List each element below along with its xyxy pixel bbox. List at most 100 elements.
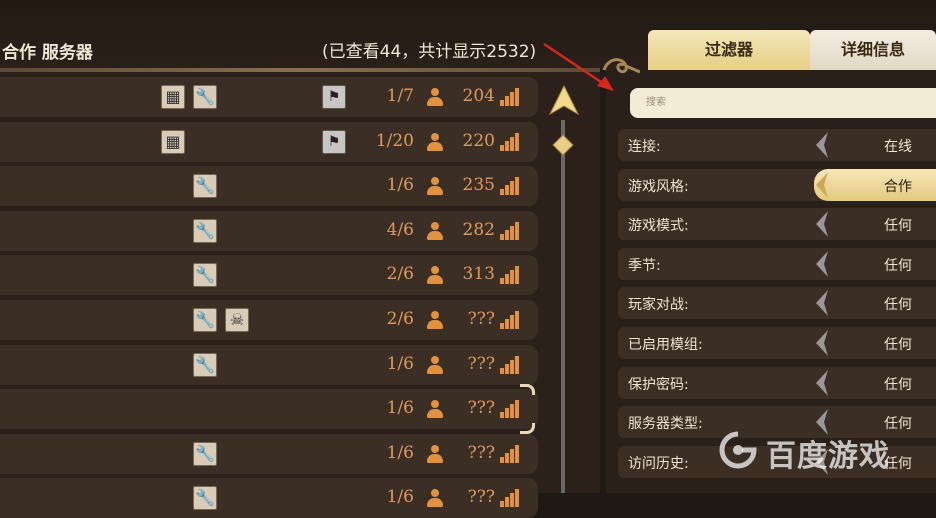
filter-value: 合作 bbox=[884, 178, 912, 195]
filter-value: 在线 bbox=[884, 139, 912, 155]
flag-icon: ⚑ bbox=[322, 129, 346, 154]
skull-icon: ☠ bbox=[225, 308, 249, 332]
filter-label: 保护密码: bbox=[628, 376, 689, 393]
person-icon bbox=[425, 86, 445, 108]
person-icon bbox=[425, 131, 445, 153]
filter-label: 玩家对战: bbox=[628, 297, 689, 314]
server-row[interactable]: 🔧 1/6??? bbox=[0, 478, 538, 518]
watermark-text: 百度游戏 bbox=[766, 439, 890, 474]
wrench-icon: 🔧 bbox=[193, 308, 217, 332]
server-row[interactable]: ▦ 🔧 ⚑ 1/7 204 bbox=[0, 77, 538, 117]
player-count: 1/6 bbox=[386, 442, 414, 463]
server-row[interactable]: 1/6??? bbox=[0, 389, 538, 430]
signal-bars-icon bbox=[500, 177, 520, 196]
signal-bars-icon bbox=[500, 400, 520, 419]
filter-label: 已启用模组: bbox=[628, 337, 703, 353]
player-count: 4/6 bbox=[386, 219, 414, 240]
arrow-left-icon[interactable] bbox=[814, 369, 830, 397]
wrench-icon: 🔧 bbox=[193, 486, 217, 511]
filter-label: 访问历史: bbox=[628, 455, 689, 472]
ping-value: ??? bbox=[467, 353, 495, 374]
scrollbar-thumb[interactable] bbox=[552, 134, 574, 156]
arrow-left-icon[interactable] bbox=[814, 329, 830, 357]
flag-icon: ⚑ bbox=[322, 85, 346, 109]
person-icon bbox=[425, 175, 445, 197]
wrench-icon: 🔧 bbox=[193, 174, 217, 199]
player-count: 1/6 bbox=[386, 175, 414, 196]
filter-label: 游戏模式: bbox=[628, 218, 689, 235]
wrench-icon: 🔧 bbox=[193, 441, 217, 466]
filter-label: 连接: bbox=[628, 139, 661, 155]
ping-value: ??? bbox=[467, 442, 495, 463]
player-count: 2/6 bbox=[386, 264, 414, 285]
filter-row[interactable]: 已启用模组: 任何 bbox=[618, 327, 936, 359]
ping-value: 313 bbox=[462, 264, 495, 285]
watermark: 百度游戏 bbox=[716, 428, 936, 474]
filter-row[interactable]: 保护密码: 任何 bbox=[618, 366, 936, 399]
ping-value: 204 bbox=[462, 86, 495, 106]
filter-label: 季节: bbox=[628, 257, 661, 274]
filter-row[interactable]: 连接: 在线 bbox=[618, 129, 936, 161]
server-row[interactable]: 🔧 1/6 235 bbox=[0, 166, 538, 207]
wrench-icon: 🔧 bbox=[193, 218, 217, 243]
signal-bars-icon bbox=[500, 266, 520, 285]
filter-label: 服务器类型: bbox=[628, 416, 703, 433]
ornament-scroll-icon bbox=[602, 58, 640, 74]
filter-value: 任何 bbox=[884, 337, 912, 353]
player-count: 1/20 bbox=[375, 130, 414, 151]
server-row[interactable]: 🔧 4/6 282 bbox=[0, 210, 538, 251]
baidu-logo-icon bbox=[719, 431, 757, 469]
signal-bars-icon bbox=[500, 444, 520, 463]
search-input[interactable]: 搜索 bbox=[630, 88, 936, 118]
person-icon bbox=[425, 220, 445, 242]
filter-row[interactable]: 游戏模式: 任何 bbox=[618, 208, 936, 241]
arrow-left-icon[interactable] bbox=[814, 171, 830, 199]
ping-value: 235 bbox=[462, 175, 495, 196]
player-count: 1/6 bbox=[386, 398, 414, 419]
server-icon: ▦ bbox=[161, 129, 185, 154]
server-row[interactable]: 🔧 2/6 313 bbox=[0, 255, 538, 296]
filter-value: 任何 bbox=[884, 297, 912, 314]
signal-bars-icon bbox=[500, 489, 520, 508]
filter-label: 游戏风格: bbox=[628, 178, 689, 195]
player-count: 2/6 bbox=[386, 309, 414, 329]
signal-bars-icon bbox=[500, 221, 520, 240]
wrench-icon: 🔧 bbox=[193, 352, 217, 377]
ping-value: 220 bbox=[462, 130, 495, 151]
filter-value: 任何 bbox=[884, 376, 912, 393]
filter-value: 任何 bbox=[884, 218, 912, 235]
tab-details[interactable]: 详细信息 bbox=[810, 30, 936, 70]
signal-bars-icon bbox=[500, 132, 520, 151]
server-count-text: (已查看44，共计显示2532) bbox=[322, 42, 537, 62]
ping-value: ??? bbox=[467, 398, 495, 419]
signal-bars-icon bbox=[500, 311, 520, 329]
scroll-up-arrow-icon[interactable] bbox=[546, 84, 582, 118]
server-icon: ▦ bbox=[161, 85, 185, 109]
player-count: 1/6 bbox=[386, 487, 414, 508]
filter-row[interactable]: 游戏风格: 合作 bbox=[618, 168, 936, 201]
arrow-left-icon[interactable] bbox=[814, 289, 830, 317]
filter-value-highlight bbox=[814, 168, 936, 201]
player-count: 1/7 bbox=[386, 86, 414, 106]
filter-row[interactable]: 季节: 任何 bbox=[618, 247, 936, 280]
server-row[interactable]: ▦ ⚑ 1/20 220 bbox=[0, 121, 538, 162]
selection-bracket-icon bbox=[520, 384, 536, 435]
arrow-left-icon[interactable] bbox=[814, 250, 830, 278]
arrow-left-icon[interactable] bbox=[814, 131, 830, 159]
signal-bars-icon bbox=[500, 88, 520, 106]
signal-bars-icon bbox=[500, 355, 520, 374]
server-row[interactable]: 🔧 1/6??? bbox=[0, 433, 538, 474]
filter-row[interactable]: 玩家对战: 任何 bbox=[618, 287, 936, 320]
player-count: 1/6 bbox=[386, 353, 414, 374]
person-icon bbox=[425, 487, 445, 509]
ping-value: ??? bbox=[467, 309, 495, 329]
server-row[interactable]: 🔧 ☠ 2/6??? bbox=[0, 300, 538, 340]
ping-value: ??? bbox=[467, 487, 495, 508]
scrollbar-track[interactable] bbox=[561, 120, 565, 493]
server-list-title: 合作 服务器 bbox=[2, 43, 93, 63]
person-icon bbox=[425, 398, 445, 420]
tab-filter[interactable]: 过滤器 bbox=[648, 30, 810, 70]
arrow-left-icon[interactable] bbox=[814, 210, 830, 238]
person-icon bbox=[425, 309, 445, 331]
server-row[interactable]: 🔧 1/6??? bbox=[0, 344, 538, 385]
